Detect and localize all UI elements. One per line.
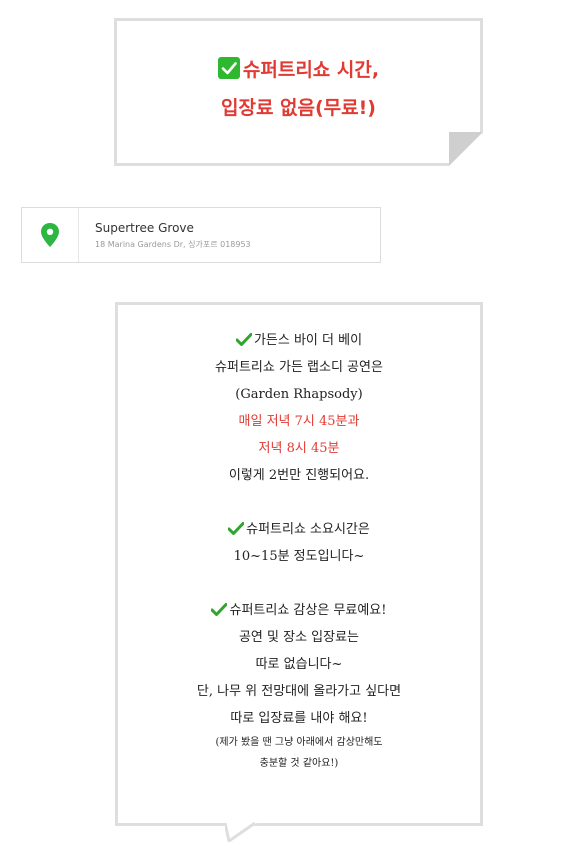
place-address: 18 Marina Gardens Dr, 싱가포르 018953: [95, 240, 251, 249]
callout-title-line2: 입장료 없음(무료!): [220, 97, 376, 119]
check-box-icon: [217, 57, 240, 79]
section3-heading: 슈퍼트리쇼 감상은 무료예요!: [118, 597, 480, 624]
info-box: 가든스 바이 더 베이 슈퍼트리쇼 가든 랩소디 공연은 (Garden Rha…: [115, 302, 483, 826]
section1-heading: 가든스 바이 더 베이: [118, 327, 480, 354]
info-content: 가든스 바이 더 베이 슈퍼트리쇼 가든 랩소디 공연은 (Garden Rha…: [118, 327, 480, 774]
check-mark-icon: [211, 603, 228, 616]
callout-title-line1: 슈퍼트리쇼 시간,: [117, 51, 480, 89]
section3-line4: 따로 입장료를 내야 해요!: [230, 711, 368, 726]
speech-tail-icon: [225, 822, 257, 842]
map-pin-icon: [41, 223, 59, 247]
header-callout: 슈퍼트리쇼 시간, 입장료 없음(무료!): [114, 18, 483, 166]
place-pin-cell: [22, 208, 79, 262]
section2-line1: 10~15분 정도입니다~: [233, 549, 365, 564]
callout-line1-text: 슈퍼트리쇼 시간,: [242, 59, 380, 81]
place-card[interactable]: Supertree Grove 18 Marina Gardens Dr, 싱가…: [21, 207, 381, 263]
section2-heading: 슈퍼트리쇼 소요시간은: [118, 516, 480, 543]
check-mark-icon: [235, 333, 252, 346]
folded-corner-icon: [449, 132, 483, 166]
check-mark-icon: [228, 522, 245, 535]
section1-time2: 저녁 8시 45분: [258, 441, 340, 456]
place-name[interactable]: Supertree Grove: [95, 221, 194, 235]
section1-line3: 이렇게 2번만 진행되어요.: [228, 468, 370, 483]
section3-line1: 공연 및 장소 입장료는: [238, 630, 360, 645]
section3-note2: 충분할 것 같아요!): [259, 758, 339, 769]
section3-line3: 단, 나무 위 전망대에 올라가고 싶다면: [196, 684, 402, 699]
section1-line2: (Garden Rhapsody): [235, 387, 363, 402]
callout-title: 슈퍼트리쇼 시간, 입장료 없음(무료!): [117, 51, 480, 127]
section1-time1: 매일 저녁 7시 45분과: [238, 414, 360, 429]
section3-note1: (제가 봤을 땐 그냥 아래에서 감상만해도: [215, 737, 383, 748]
section3-line2: 따로 없습니다~: [255, 657, 343, 672]
section1-line1: 슈퍼트리쇼 가든 랩소디 공연은: [215, 360, 383, 375]
